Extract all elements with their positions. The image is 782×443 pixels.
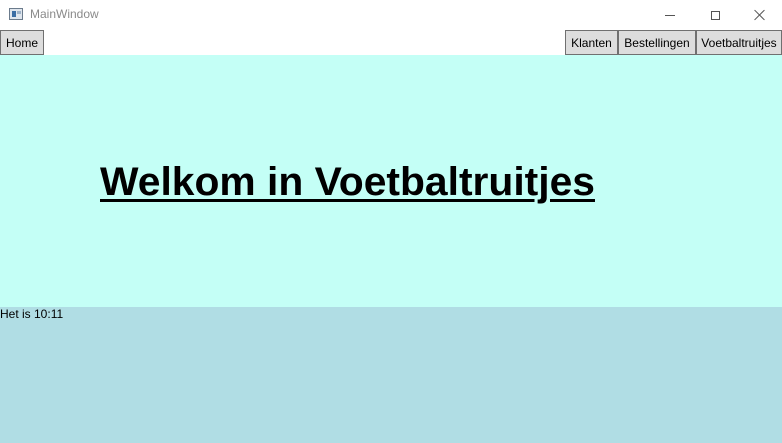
maximize-icon xyxy=(710,10,720,20)
navigation-bar: Home Klanten Bestellingen Voetbaltruitje… xyxy=(0,30,782,55)
voetbaltruitjes-button[interactable]: Voetbaltruitjes xyxy=(696,30,782,55)
close-icon xyxy=(754,9,766,21)
klanten-button[interactable]: Klanten xyxy=(565,30,618,55)
close-button[interactable] xyxy=(737,0,782,30)
home-button[interactable]: Home xyxy=(0,30,44,55)
window-title: MainWindow xyxy=(30,7,99,21)
time-label: Het is 10:11 xyxy=(0,307,64,321)
title-bar: MainWindow xyxy=(0,0,782,30)
minimize-icon xyxy=(665,14,675,16)
welcome-heading: Welkom in Voetbaltruitjes xyxy=(100,160,595,204)
minimize-button[interactable] xyxy=(647,0,693,30)
status-panel: Het is 10:11 xyxy=(0,307,782,443)
maximize-button[interactable] xyxy=(692,0,738,30)
welcome-panel: Welkom in Voetbaltruitjes xyxy=(0,55,782,307)
app-window-icon xyxy=(9,8,23,20)
bestellingen-button[interactable]: Bestellingen xyxy=(618,30,696,55)
